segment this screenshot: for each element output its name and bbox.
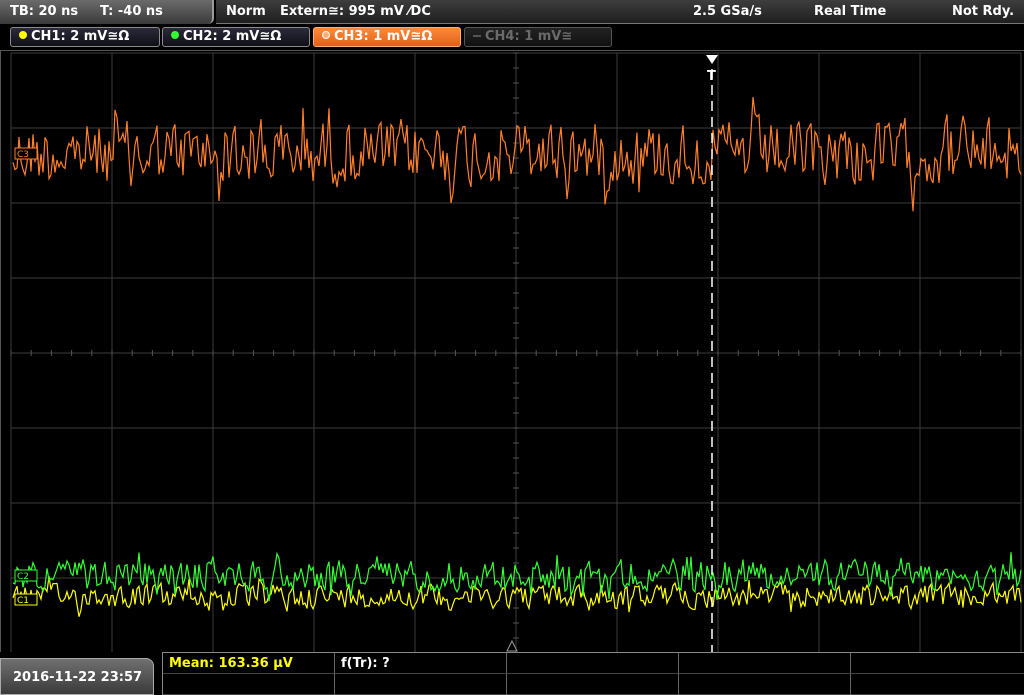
ch1-offset-marker[interactable]: C1: [14, 593, 38, 606]
timebase-value: TB: 20 ns: [10, 4, 79, 19]
ch2-offset-marker[interactable]: C2: [14, 569, 38, 582]
tab-ch2-label: CH2: 2 mV≅Ω: [183, 29, 282, 44]
trigger-source: Extern≅: 995 mV ⁄DC: [280, 4, 431, 19]
datetime-panel: 2016-11-22 23:57: [0, 658, 154, 695]
ch1-trace: [12, 576, 1022, 617]
ch3-trace: [12, 97, 1022, 212]
ch3-marker-label: C3: [17, 150, 29, 160]
timebase-panel[interactable]: TB: 20 ns T: -40 ns: [0, 0, 214, 24]
tab-ch3[interactable]: CH3: 1 mV≅Ω: [313, 27, 461, 47]
acq-mode: Norm: [226, 4, 266, 19]
datetime-value: 2016-11-22 23:57: [13, 670, 143, 685]
ch1-dot-icon: [19, 31, 27, 39]
tab-ch4[interactable]: CH4: 1 mV≅: [464, 27, 612, 47]
mean-measurement: Mean: 163.36 µV: [169, 656, 293, 671]
tab-ch2[interactable]: CH2: 2 mV≅Ω: [162, 27, 310, 47]
run-state: Not Rdy.: [952, 4, 1015, 19]
bottom-bar: 2016-11-22 23:57 Mean: 163.36 µV f(Tr): …: [0, 652, 1024, 695]
ch3-offset-marker[interactable]: C3: [14, 147, 38, 160]
ch2-marker-label: C2: [17, 572, 29, 582]
trigger-time-value: T: -40 ns: [100, 4, 163, 19]
tab-ch3-label: CH3: 1 mV≅Ω: [334, 29, 433, 44]
measurement-panel[interactable]: Mean: 163.36 µV f(Tr): ?: [162, 652, 1024, 695]
ch3-dot-icon: [322, 31, 330, 39]
ch2-dot-icon: [171, 31, 179, 39]
frequency-measurement: f(Tr): ?: [341, 656, 390, 671]
waveform-display[interactable]: T C3 C2 C1: [0, 50, 1024, 653]
waveform-svg: T C3 C2 C1: [10, 52, 1022, 653]
acq-type: Real Time: [814, 4, 887, 19]
tab-ch1[interactable]: CH1: 2 mV≅Ω: [10, 27, 160, 47]
trigger-marker-label: T: [707, 69, 716, 84]
acquisition-panel[interactable]: Norm Extern≅: 995 mV ⁄DC 2.5 GSa/s Real …: [216, 0, 1024, 24]
sample-rate: 2.5 GSa/s: [693, 4, 762, 19]
status-bar: TB: 20 ns T: -40 ns Norm Extern≅: 995 mV…: [0, 0, 1024, 24]
tab-ch1-label: CH1: 2 mV≅Ω: [31, 29, 130, 44]
channel-bar: CH1: 2 mV≅Ω CH2: 2 mV≅Ω CH3: 1 mV≅Ω CH4:…: [0, 25, 1024, 50]
tab-ch4-label: CH4: 1 mV≅: [485, 29, 573, 44]
trigger-marker-icon[interactable]: [706, 55, 718, 64]
ch4-off-icon: [473, 35, 481, 37]
ch1-marker-label: C1: [17, 596, 29, 606]
